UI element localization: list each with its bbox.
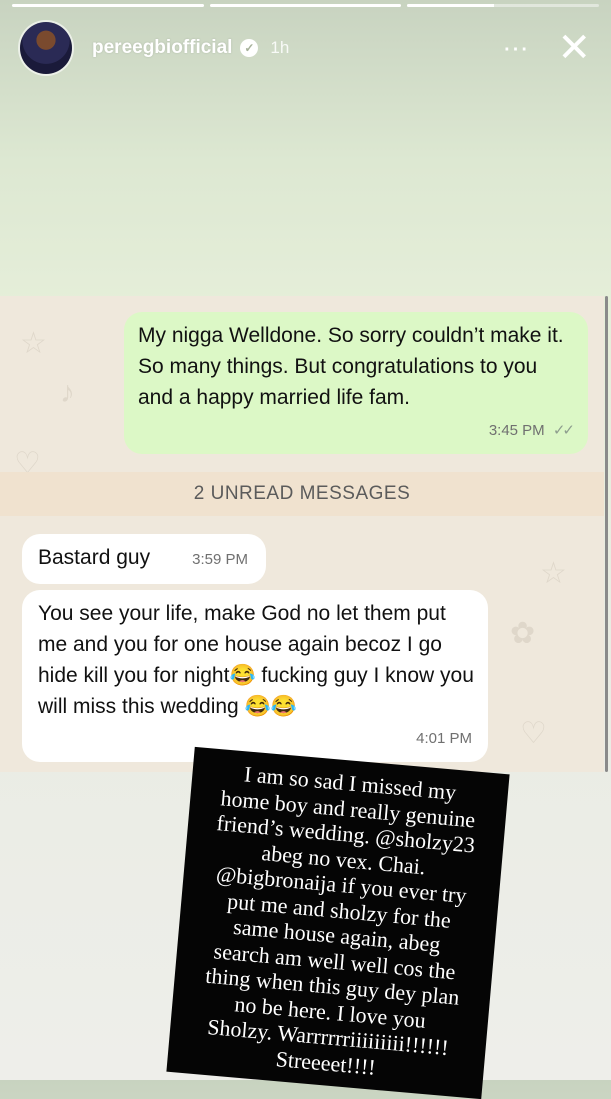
username[interactable]: pereegbiofficial: [92, 37, 232, 59]
incoming-message-text: You see your life, make God no let them …: [38, 602, 474, 718]
progress-segment-2: [209, 4, 402, 7]
close-icon[interactable]: ✕: [557, 28, 591, 68]
verified-badge-icon: ✓: [240, 39, 259, 57]
chat-scrollbar: [605, 296, 608, 772]
incoming-message[interactable]: Bastard guy 3:59 PM: [22, 534, 266, 584]
chat-screenshot: ☆ ♪ ♡ ☆ ✿ ♡ My nigga Welldone. So sorry …: [0, 296, 604, 772]
doodle-music-icon: ♪: [60, 376, 75, 409]
progress-segment-3: [407, 4, 600, 7]
progress-fill-3: [407, 4, 494, 7]
incoming-message[interactable]: You see your life, make God no let them …: [22, 590, 488, 762]
avatar[interactable]: [20, 22, 72, 74]
doodle-heart-icon: ♡: [520, 717, 547, 750]
more-options-icon[interactable]: ⋯: [502, 35, 529, 61]
doodle-star-icon: ☆: [540, 557, 567, 590]
incoming-message-text: Bastard guy: [38, 546, 151, 569]
message-meta: 3:45 PM ✓✓: [488, 415, 575, 446]
progress-fill-1: [12, 4, 204, 7]
message-time: 3:59 PM: [192, 551, 248, 568]
message-time: 4:01 PM: [416, 730, 472, 747]
doodle-star-icon: ☆: [20, 327, 47, 360]
message-time: 3:45 PM: [488, 422, 545, 439]
progress-fill-2: [209, 4, 402, 7]
progress-segment-1: [12, 4, 204, 7]
doodle-flower-icon: ✿: [510, 617, 536, 650]
post-time: 1h: [270, 38, 290, 57]
outgoing-message[interactable]: My nigga Welldone. So sorry couldn’t mak…: [124, 312, 588, 454]
outgoing-message-text: My nigga Welldone. So sorry couldn’t mak…: [138, 324, 564, 409]
unread-messages-banner: 2 UNREAD MESSAGES: [0, 472, 604, 516]
text-note-overlay: I am so sad I missed my home boy and rea…: [166, 746, 510, 1099]
double-check-icon: ✓✓: [552, 422, 575, 439]
story-progress-bars: [12, 4, 600, 7]
story-header: pereegbiofficial ✓ 1h ⋯ ✕: [20, 22, 591, 74]
